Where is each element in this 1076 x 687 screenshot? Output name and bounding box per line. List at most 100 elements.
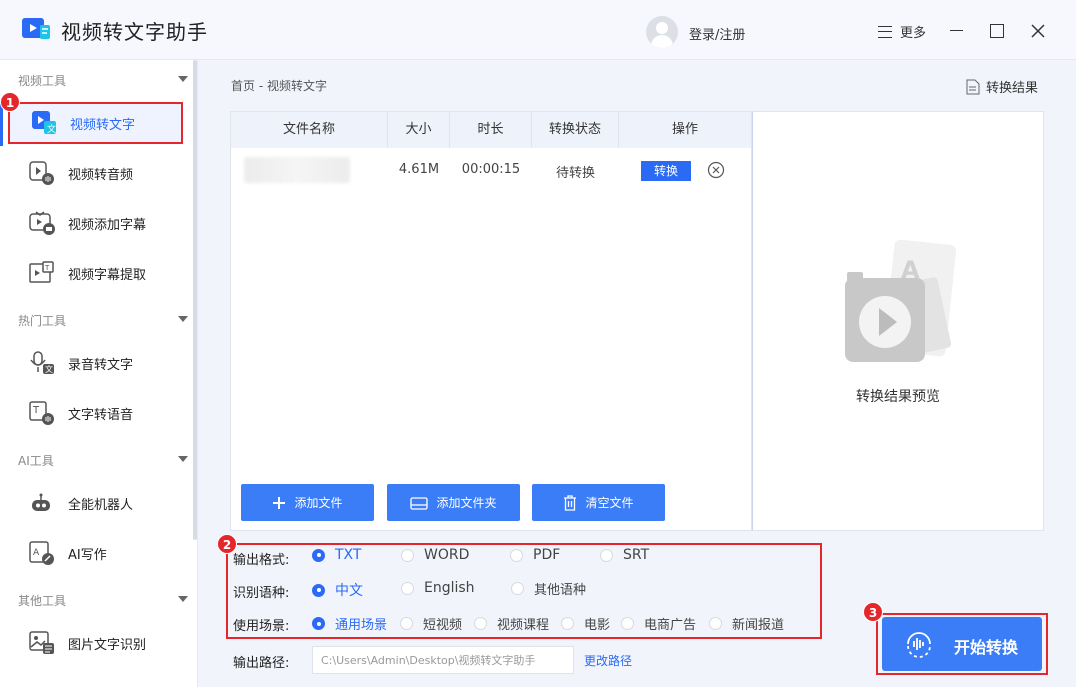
svg-text:T: T — [44, 264, 50, 272]
radio-label: TXT — [335, 547, 362, 563]
group-label-video-tools: 视频工具 — [18, 74, 67, 88]
plus-icon — [273, 496, 286, 509]
language-label: 识别语种: — [233, 586, 290, 601]
convert-button[interactable]: 转换 — [641, 161, 691, 181]
sidebar-item-label: 录音转文字 — [68, 357, 134, 373]
robot-icon — [32, 493, 50, 511]
format-pdf-radio[interactable]: PDF — [510, 547, 560, 563]
svg-text:文: 文 — [45, 364, 53, 374]
sidebar-item-robot[interactable]: 全能机器人 — [8, 482, 183, 524]
avatar[interactable] — [646, 16, 678, 48]
column-header-size: 大小 — [388, 112, 450, 148]
menu-icon — [878, 25, 892, 38]
sidebar-item-video-to-text[interactable]: 文 视频转文字 — [8, 102, 183, 144]
radio-label: WORD — [424, 547, 470, 563]
sidebar-item-label: 视频字幕提取 — [68, 267, 147, 283]
file-status: 待转换 — [555, 166, 595, 181]
ai-writing-icon: A — [29, 541, 54, 565]
active-indicator — [0, 104, 3, 146]
step-badge-1: 1 — [0, 92, 20, 112]
format-srt-radio[interactable]: SRT — [600, 547, 649, 563]
document-icon — [966, 79, 980, 94]
conversion-results-label: 转换结果 — [986, 81, 1039, 96]
app-title: 视频转文字助手 — [61, 20, 208, 44]
file-name-blurred — [244, 157, 350, 183]
clear-files-label: 清空文件 — [585, 496, 634, 510]
add-file-button[interactable]: 添加文件 — [241, 484, 374, 521]
chevron-down-icon[interactable] — [178, 456, 188, 462]
conversion-results-link[interactable]: 转换结果 — [966, 77, 1038, 96]
start-conversion-label: 开始转换 — [954, 638, 1019, 657]
close-icon[interactable] — [1025, 18, 1051, 44]
minimize-button[interactable] — [944, 18, 970, 44]
language-other-radio[interactable]: 其他语种 — [511, 579, 586, 598]
radio-label: 短视频 — [423, 618, 463, 633]
sidebar-item-label: 视频添加字幕 — [68, 217, 147, 233]
sidebar-item-label: 文字转语音 — [68, 407, 134, 423]
format-txt-radio[interactable]: TXT — [312, 547, 361, 563]
scene-video-course-radio[interactable]: 视频课程 — [474, 614, 549, 633]
output-path-input[interactable] — [312, 646, 574, 674]
sidebar-item-ai-writing[interactable]: A AI写作 — [8, 532, 183, 574]
title-bar: 视频转文字助手 登录/注册 更多 — [0, 0, 1076, 60]
radio-label: PDF — [533, 547, 561, 563]
maximize-button[interactable] — [984, 18, 1010, 44]
language-english-radio[interactable]: English — [401, 580, 475, 596]
sidebar-item-label: 全能机器人 — [68, 497, 134, 513]
scene-movie-radio[interactable]: 电影 — [561, 614, 610, 633]
svg-text:T: T — [32, 405, 40, 416]
scene-general-radio[interactable]: 通用场景 — [312, 614, 387, 633]
trash-icon — [564, 494, 577, 511]
format-word-radio[interactable]: WORD — [401, 547, 469, 563]
language-chinese-radio[interactable]: 中文 — [312, 580, 363, 600]
more-menu-button[interactable]: 更多 — [878, 22, 926, 41]
add-folder-button[interactable]: 添加文件夹 — [387, 484, 520, 521]
file-list-panel: 文件名称 大小 时长 转换状态 操作 4.61M 00:00:15 待转换 转换… — [230, 111, 752, 531]
radio-label: English — [424, 580, 475, 596]
more-label: 更多 — [900, 26, 927, 41]
clear-files-button[interactable]: 清空文件 — [532, 484, 665, 521]
sidebar-item-video-to-audio[interactable]: 视频转音频 — [8, 152, 183, 194]
column-header-action: 操作 — [671, 122, 698, 137]
sidebar-item-audio-to-text[interactable]: 文 录音转文字 — [8, 342, 183, 384]
chevron-down-icon[interactable] — [178, 596, 188, 602]
video-to-audio-icon — [29, 161, 54, 185]
column-header-duration: 时长 — [450, 112, 532, 148]
radio-label: 电商广告 — [644, 618, 697, 633]
sidebar-scrollbar[interactable] — [193, 60, 197, 540]
group-label-ai-tools: AI工具 — [18, 454, 54, 468]
chevron-down-icon[interactable] — [178, 316, 188, 322]
sidebar-item-text-to-speech[interactable]: T 文字转语音 — [8, 392, 183, 434]
app-logo-icon — [22, 18, 50, 39]
radio-label: SRT — [623, 547, 650, 563]
remove-circle-icon[interactable] — [707, 161, 725, 179]
sidebar-item-label: AI写作 — [68, 547, 107, 563]
svg-text:文: 文 — [47, 123, 56, 135]
output-path-label: 输出路径: — [233, 656, 290, 671]
column-header-filename: 文件名称 — [231, 112, 388, 148]
table-row[interactable]: 4.61M 00:00:15 待转换 转换 — [231, 150, 751, 190]
sidebar-item-extract-subtitles[interactable]: T 视频字幕提取 — [8, 252, 183, 294]
scene-short-video-radio[interactable]: 短视频 — [400, 614, 462, 633]
radio-label: 中文 — [335, 583, 363, 599]
radio-label: 电影 — [584, 618, 611, 633]
scene-ecommerce-ad-radio[interactable]: 电商广告 — [621, 614, 696, 633]
group-label-hot-tools: 热门工具 — [18, 314, 67, 328]
change-path-link[interactable]: 更改路径 — [584, 652, 632, 669]
sidebar-item-add-subtitles[interactable]: 视频添加字幕 — [8, 202, 183, 244]
file-size: 4.61M — [398, 162, 440, 177]
preview-panel: A 转换结果预览 — [752, 111, 1044, 531]
chevron-down-icon[interactable] — [178, 76, 188, 82]
sidebar-item-image-ocr[interactable]: 图片文字识别 — [8, 622, 183, 664]
login-link[interactable]: 登录/注册 — [689, 24, 745, 43]
add-file-label: 添加文件 — [294, 496, 343, 510]
sidebar-item-label: 视频转音频 — [68, 167, 134, 183]
step-badge-3: 3 — [863, 602, 883, 622]
start-conversion-button[interactable]: 开始转换 — [882, 617, 1042, 671]
radio-label: 通用场景 — [335, 618, 388, 633]
scene-news-radio[interactable]: 新闻报道 — [709, 614, 784, 633]
output-format-label: 输出格式: — [233, 553, 290, 568]
text-to-speech-icon: T — [29, 401, 54, 425]
waveform-icon — [907, 632, 931, 658]
table-header: 文件名称 大小 时长 转换状态 操作 — [231, 112, 751, 148]
